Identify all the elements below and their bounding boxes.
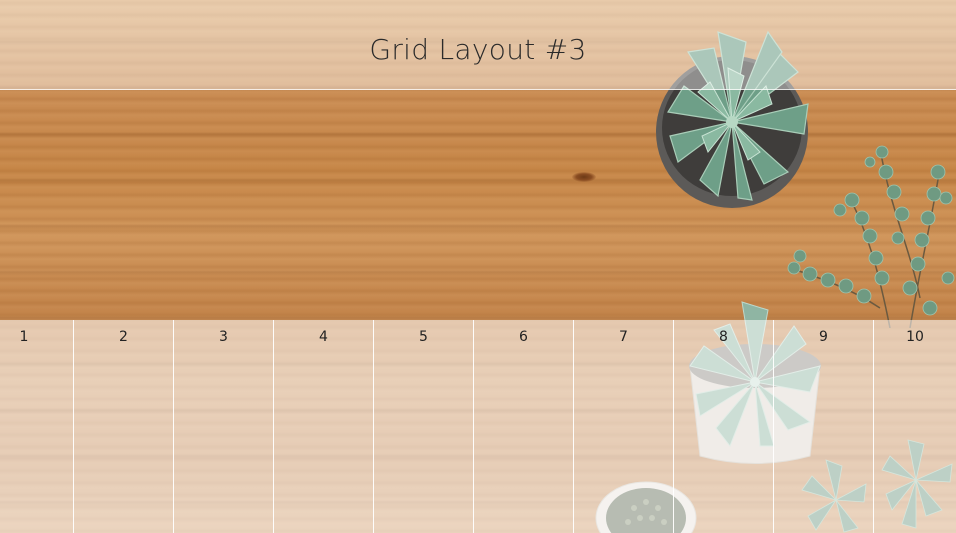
- wood-knot: [572, 172, 596, 182]
- grid-cell-5: 5: [374, 320, 474, 533]
- grid-cell-2: 2: [74, 320, 174, 533]
- grid-cell-1: 1: [0, 320, 74, 533]
- grid-cell-label: 10: [906, 329, 924, 345]
- grid-cell-label: 6: [519, 329, 528, 345]
- grid-cell-label: 7: [619, 329, 628, 345]
- header-bar: Grid Layout #3: [0, 0, 956, 90]
- grid-layout: 1 2 3 4 5 6 7 8 9 10: [0, 320, 956, 533]
- grid-cell-label: 1: [19, 329, 29, 345]
- grid-cell-4: 4: [274, 320, 374, 533]
- grid-cell-label: 2: [119, 329, 128, 345]
- grid-cell-3: 3: [174, 320, 274, 533]
- grid-cell-6: 6: [474, 320, 574, 533]
- grid-cell-10: 10: [874, 320, 956, 533]
- grid-cell-label: 4: [319, 329, 328, 345]
- grid-cell-7: 7: [574, 320, 674, 533]
- grid-cell-label: 9: [819, 329, 828, 345]
- grid-cell-9: 9: [774, 320, 874, 533]
- grid-cell-8: 8: [674, 320, 774, 533]
- grid-cell-label: 3: [219, 329, 228, 345]
- grid-cell-label: 5: [419, 329, 428, 345]
- page-title: Grid Layout #3: [369, 33, 587, 66]
- grid-cell-label: 8: [719, 329, 728, 345]
